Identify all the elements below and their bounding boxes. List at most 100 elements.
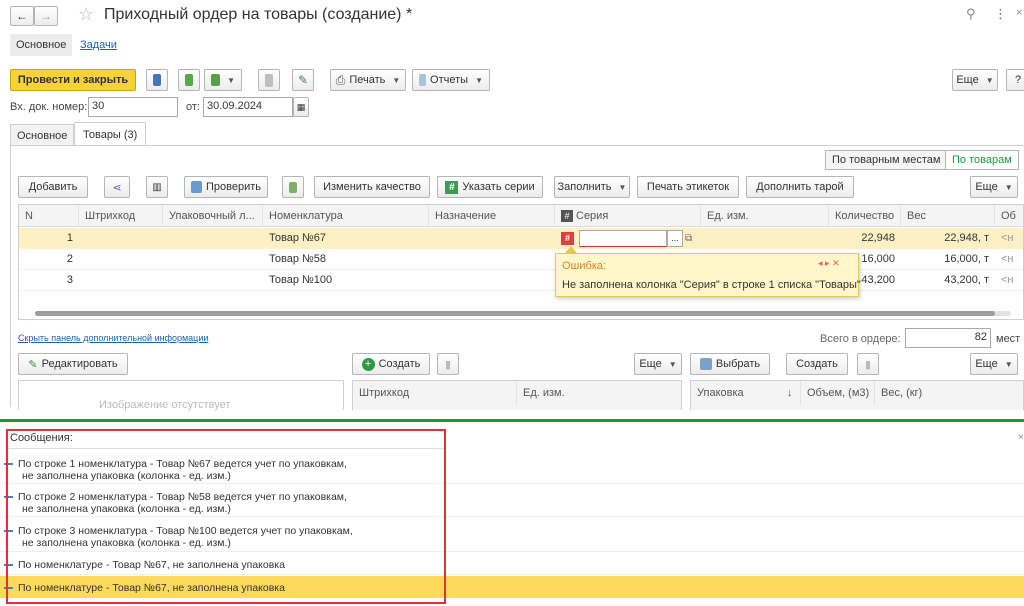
bottom-more2-button[interactable]: Еще ▼ <box>970 353 1018 375</box>
messages-divider[interactable] <box>0 419 1024 422</box>
col-bottom-unit[interactable]: Ед. изм. <box>517 381 683 405</box>
table-icon[interactable] <box>282 176 304 198</box>
message-item-selected[interactable]: По номенклатуре - Товар №67, не заполнен… <box>0 576 1024 598</box>
col-pack-weight[interactable]: Вес, (кг) <box>875 381 955 405</box>
col-weight[interactable]: Вес <box>901 205 995 227</box>
total-unit: мест <box>996 333 1021 345</box>
add-button[interactable]: Добавить <box>18 176 88 198</box>
row-volume: <н <box>1001 253 1014 265</box>
post-and-close-button[interactable]: Провести и закрыть <box>10 69 136 91</box>
favorite-star-icon[interactable]: ☆ <box>78 4 94 25</box>
set-series-button[interactable]: # Указать серии <box>437 176 543 198</box>
col-qty[interactable]: Количество <box>829 205 901 227</box>
hide-panel-link[interactable]: Скрыть панель дополнительной информации <box>18 333 208 343</box>
col-item[interactable]: Номенклатура <box>263 205 429 227</box>
create-button[interactable]: + Создать <box>352 353 430 375</box>
share-icon[interactable]: ⋖ <box>104 176 130 198</box>
row-number: 1 <box>66 232 73 244</box>
total-field: 82 <box>905 328 991 348</box>
message-list: По строке 1 номенклатура - Товар №67 вед… <box>0 448 1024 598</box>
check-icon <box>191 181 202 193</box>
col-bottom-barcode[interactable]: Штрихкод <box>353 381 517 405</box>
link-icon[interactable]: ⚲ <box>966 6 976 22</box>
delete-icon[interactable]: ▮ <box>437 353 459 375</box>
message-item[interactable]: По строке 1 номенклатура - Товар №67 вед… <box>0 452 1024 484</box>
col-pack[interactable]: Упаковка ↓ <box>691 381 801 405</box>
pencil-icon: ✎ <box>28 358 38 371</box>
toggle-by-goods[interactable]: По товарам <box>945 150 1019 170</box>
tooltip-title: Ошибка: <box>562 260 607 272</box>
message-item[interactable]: По строке 3 номенклатура - Товар №100 ве… <box>0 518 1024 552</box>
series-choose-button[interactable]: ... <box>667 230 683 247</box>
series-input[interactable] <box>579 230 667 247</box>
tab-main[interactable]: Основное <box>10 124 75 146</box>
messages-title: Сообщения: <box>10 432 73 444</box>
tooltip-nav-icons[interactable]: ◂ ▸ ✕ <box>818 258 840 269</box>
pack-table: Упаковка ↓ Объем, (м3) Вес, (кг) <box>690 380 1024 410</box>
print-labels-button[interactable]: Печать этикеток <box>637 176 739 198</box>
create-based-on-icon[interactable]: ▼ <box>204 69 242 91</box>
row-weight: 16,000, т <box>944 253 989 265</box>
fill-button[interactable]: Заполнить ▼ <box>554 176 630 198</box>
document-icon[interactable] <box>258 69 280 91</box>
printer-icon: ⎙ <box>335 72 346 87</box>
post-icon[interactable] <box>178 69 200 91</box>
barcode-table: Штрихкод Ед. изм. <box>352 380 682 410</box>
error-tooltip: Ошибка: ◂ ▸ ✕ Не заполнена колонка "Сери… <box>555 253 861 297</box>
edit-button[interactable]: ✎ Редактировать <box>18 353 128 375</box>
choose-icon <box>699 358 712 370</box>
help-button[interactable]: ? <box>1006 69 1024 91</box>
close-icon[interactable]: × <box>1016 7 1022 19</box>
save-icon[interactable] <box>146 69 168 91</box>
print-button[interactable]: ⎙ Печать ▼ <box>330 69 406 91</box>
row-number: 2 <box>66 253 73 265</box>
nav-tasks-link[interactable]: Задачи <box>80 39 117 51</box>
col-series[interactable]: # Серия <box>555 205 701 227</box>
forward-button[interactable]: → <box>34 6 58 26</box>
date-input[interactable]: 30.09.2024 <box>203 97 293 117</box>
sort-arrow-icon: ↓ <box>787 387 793 399</box>
row-qty: 22,948 <box>861 232 895 244</box>
series-error-icon: # <box>561 232 574 245</box>
doc-number-label: Вх. док. номер: <box>10 101 88 113</box>
check-button[interactable]: Проверить <box>184 176 268 198</box>
col-unit[interactable]: Ед. изм. <box>701 205 829 227</box>
messages-close-icon[interactable]: × <box>1018 432 1024 443</box>
horizontal-scrollbar[interactable] <box>35 311 1011 316</box>
col-pack-list[interactable]: Упаковочный л... <box>163 205 263 227</box>
open-icon[interactable]: ⧉ <box>685 230 699 247</box>
row-weight: 22,948, т <box>944 232 989 244</box>
col-volume[interactable]: Об <box>995 205 1023 227</box>
more-vertical-icon[interactable]: ⋮ <box>994 6 1007 22</box>
report-icon <box>419 74 427 86</box>
series-header-icon: # <box>561 210 573 222</box>
message-item[interactable]: По строке 2 номенклатура - Товар №58 вед… <box>0 485 1024 517</box>
add-tare-button[interactable]: Дополнить тарой <box>746 176 854 198</box>
back-button[interactable]: ← <box>10 6 34 26</box>
edit-pen-icon[interactable]: ✎ <box>292 69 314 91</box>
col-pack-volume[interactable]: Объем, (м3) <box>801 381 875 405</box>
choose-button[interactable]: Выбрать <box>690 353 770 375</box>
message-item[interactable]: По номенклатуре - Товар №67, не заполнен… <box>0 553 1024 575</box>
barcode-icon[interactable]: ▥ <box>146 176 168 198</box>
nav-main[interactable]: Основное <box>10 34 73 56</box>
calendar-icon[interactable]: ▦ <box>293 97 309 117</box>
row-weight: 43,200, т <box>944 274 989 286</box>
tab-goods[interactable]: Товары (3) <box>74 122 147 146</box>
change-quality-button[interactable]: Изменить качество <box>314 176 430 198</box>
col-purpose[interactable]: Назначение <box>429 205 555 227</box>
col-n[interactable]: N <box>19 205 79 227</box>
goods-more-button[interactable]: Еще ▼ <box>970 176 1018 198</box>
delete2-icon[interactable]: ▮ <box>857 353 879 375</box>
more-button[interactable]: Еще ▼ <box>952 69 998 91</box>
doc-number-input[interactable]: 30 <box>88 97 178 117</box>
image-panel: Изображение отсутствует <box>18 380 344 411</box>
row-item: Товар №67 <box>269 232 327 244</box>
col-barcode[interactable]: Штрихкод <box>79 205 163 227</box>
goods-grid: N Штрихкод Упаковочный л... Номенклатура… <box>18 204 1024 320</box>
create2-button[interactable]: Создать <box>786 353 848 375</box>
reports-button[interactable]: Отчеты ▼ <box>412 69 490 91</box>
toggle-by-places[interactable]: По товарным местам <box>825 150 948 170</box>
tooltip-text: Не заполнена колонка "Серия" в строке 1 … <box>562 279 861 291</box>
bottom-more-button[interactable]: Еще ▼ <box>634 353 682 375</box>
